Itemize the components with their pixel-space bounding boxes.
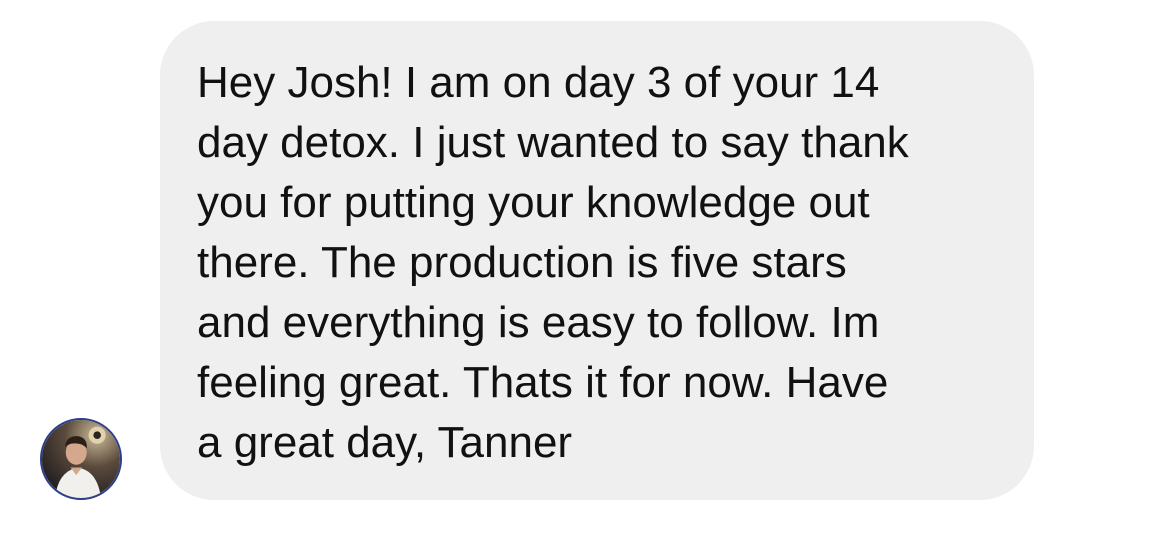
- message-line: a great day, Tanner: [197, 418, 573, 467]
- message-line: you for putting your knowledge out: [197, 178, 870, 227]
- message-text: Hey Josh! I am on day 3 of your 14 day d…: [197, 53, 1004, 473]
- chat-thread: Hey Josh! I am on day 3 of your 14 day d…: [0, 0, 1149, 542]
- message-line: feeling great. Thats it for now. Have: [197, 358, 889, 407]
- message-line: and everything is easy to follow. Im: [197, 298, 880, 347]
- message-line: Hey Josh! I am on day 3 of your 14: [197, 58, 880, 107]
- sender-avatar[interactable]: [40, 418, 122, 500]
- message-line: there. The production is five stars: [197, 238, 847, 287]
- message-line: day detox. I just wanted to say thank: [197, 118, 909, 167]
- person-photo-icon: [42, 420, 120, 498]
- message-bubble[interactable]: Hey Josh! I am on day 3 of your 14 day d…: [160, 21, 1034, 500]
